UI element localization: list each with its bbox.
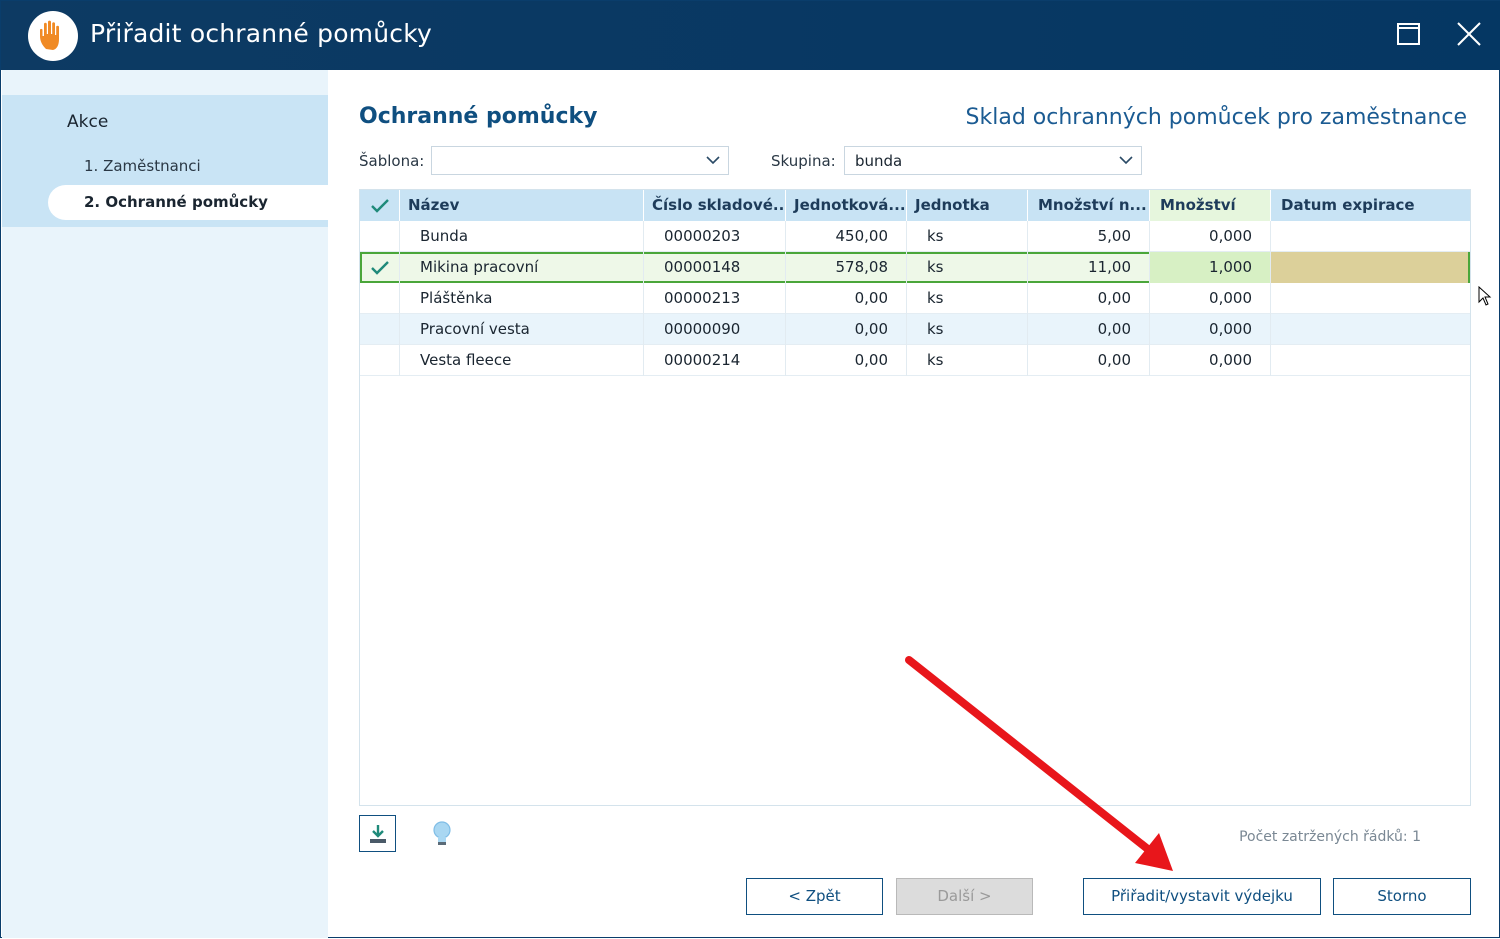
cell-stock-qty: 5,00	[1028, 221, 1150, 252]
cell-expiry[interactable]	[1271, 283, 1470, 314]
dialog-window: Přiřadit ochranné pomůcky Akce 1. Zaměst…	[0, 0, 1500, 938]
cell-quantity[interactable]: 0,000	[1150, 314, 1271, 345]
wizard-sidebar: Akce 1. Zaměstnanci 2. Ochranné pomůcky	[2, 70, 328, 938]
checked-rows-count: Počet zatržených řádků: 1	[1239, 829, 1421, 845]
cell-quantity[interactable]: 0,000	[1150, 283, 1271, 314]
sidebar-item-protective-aids[interactable]: 2. Ochranné pomůcky	[48, 185, 328, 220]
cell-name: Vesta fleece	[400, 345, 644, 376]
sidebar-item-employees[interactable]: 1. Zaměstnanci	[84, 157, 201, 175]
group-label: Skupina:	[771, 152, 836, 170]
sidebar-item-label: 2. Ochranné pomůcky	[84, 193, 268, 211]
row-checkbox[interactable]	[360, 221, 400, 252]
cell-unit-price: 450,00	[786, 221, 907, 252]
check-icon	[371, 261, 389, 275]
cell-stock-qty: 11,00	[1028, 252, 1150, 283]
row-checkbox[interactable]	[360, 283, 400, 314]
cell-quantity[interactable]: 0,000	[1150, 221, 1271, 252]
cell-expiry[interactable]	[1271, 221, 1470, 252]
cell-unit-price: 0,00	[786, 283, 907, 314]
hand-icon	[28, 11, 78, 61]
cell-quantity[interactable]: 1,000	[1150, 252, 1271, 283]
download-icon	[370, 825, 386, 843]
cell-unit-price: 0,00	[786, 345, 907, 376]
back-button[interactable]: < Zpět	[746, 878, 883, 915]
assign-issue-button[interactable]: Přiřadit/vystavit výdejku	[1083, 878, 1321, 915]
column-header-unit[interactable]: Jednotka	[907, 190, 1028, 221]
cell-stock-qty: 0,00	[1028, 283, 1150, 314]
cell-unit: ks	[907, 252, 1028, 283]
lightbulb-icon[interactable]	[431, 819, 453, 853]
cell-unit-price: 0,00	[786, 314, 907, 345]
row-checkbox[interactable]	[360, 252, 400, 283]
cell-quantity[interactable]: 0,000	[1150, 345, 1271, 376]
cell-expiry[interactable]	[1271, 345, 1470, 376]
cancel-button[interactable]: Storno	[1333, 878, 1471, 915]
close-icon[interactable]	[1451, 17, 1487, 53]
table-row-selected[interactable]: Mikina pracovní 00000148 578,08 ks 11,00…	[360, 252, 1470, 283]
column-header-stock-qty[interactable]: Množství n...	[1028, 190, 1150, 221]
table-row[interactable]: Pracovní vesta 00000090 0,00 ks 0,00 0,0…	[360, 314, 1470, 345]
cell-stock-number: 00000090	[644, 314, 786, 345]
table-row[interactable]: Bunda 00000203 450,00 ks 5,00 0,000	[360, 221, 1470, 252]
cell-unit: ks	[907, 345, 1028, 376]
cell-stock-qty: 0,00	[1028, 345, 1150, 376]
group-select[interactable]: bunda	[844, 146, 1142, 175]
page-title: Ochranné pomůcky	[359, 104, 598, 129]
row-checkbox[interactable]	[360, 345, 400, 376]
next-button: Další >	[896, 878, 1033, 915]
sidebar-heading: Akce	[67, 112, 109, 132]
column-header-expiry[interactable]: Datum expirace	[1271, 190, 1470, 221]
cell-expiry[interactable]	[1271, 252, 1468, 283]
check-icon	[371, 199, 389, 213]
cell-name: Pracovní vesta	[400, 314, 644, 345]
cell-name: Mikina pracovní	[400, 252, 644, 283]
column-header-quantity[interactable]: Množství	[1150, 190, 1271, 221]
cell-unit: ks	[907, 283, 1028, 314]
window-title: Přiřadit ochranné pomůcky	[90, 19, 433, 48]
maximize-icon[interactable]	[1391, 17, 1427, 53]
cell-stock-qty: 0,00	[1028, 314, 1150, 345]
group-value: bunda	[855, 152, 903, 170]
select-all-checkbox[interactable]	[360, 190, 400, 221]
mouse-cursor-icon	[1478, 286, 1492, 306]
chevron-down-icon	[1119, 156, 1133, 165]
table-row[interactable]: Vesta fleece 00000214 0,00 ks 0,00 0,000	[360, 345, 1470, 376]
cell-name: Pláštěnka	[400, 283, 644, 314]
row-checkbox[interactable]	[360, 314, 400, 345]
export-button[interactable]	[359, 815, 396, 852]
cell-stock-number: 00000148	[644, 252, 786, 283]
chevron-down-icon	[706, 156, 720, 165]
page-subtitle: Sklad ochranných pomůcek pro zaměstnance	[965, 105, 1467, 130]
template-label: Šablona:	[359, 152, 425, 170]
title-bar: Přiřadit ochranné pomůcky	[1, 1, 1500, 70]
column-header-stock-number[interactable]: Číslo skladové...	[644, 190, 786, 221]
cell-stock-number: 00000203	[644, 221, 786, 252]
grid-header: Název Číslo skladové... Jednotková... Je…	[360, 190, 1470, 221]
items-grid: Název Číslo skladové... Jednotková... Je…	[359, 189, 1471, 806]
template-select[interactable]	[431, 146, 729, 175]
cell-unit-price: 578,08	[786, 252, 907, 283]
cell-stock-number: 00000214	[644, 345, 786, 376]
column-header-unit-price[interactable]: Jednotková...	[786, 190, 907, 221]
table-row[interactable]: Pláštěnka 00000213 0,00 ks 0,00 0,000	[360, 283, 1470, 314]
cell-stock-number: 00000213	[644, 283, 786, 314]
column-header-name[interactable]: Název	[400, 190, 644, 221]
cell-unit: ks	[907, 314, 1028, 345]
cell-unit: ks	[907, 221, 1028, 252]
cell-expiry[interactable]	[1271, 314, 1470, 345]
cell-name: Bunda	[400, 221, 644, 252]
